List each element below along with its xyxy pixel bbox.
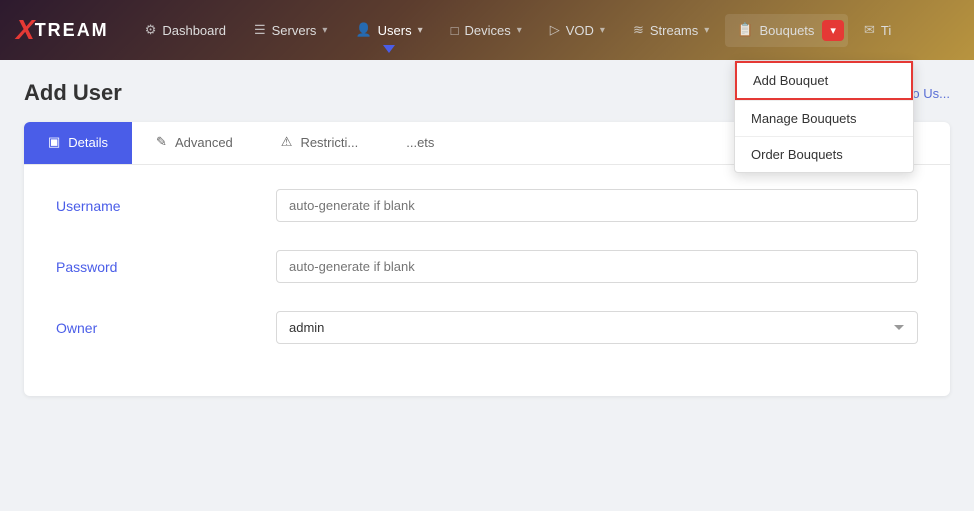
tab-bouquets-label: ...ets (406, 135, 434, 150)
servers-icon: ☰ (254, 22, 266, 38)
tab-details[interactable]: ▣ Details (24, 122, 132, 164)
details-tab-icon: ▣ (48, 134, 60, 150)
restrictions-tab-icon: ⚠ (281, 134, 293, 150)
dropdown-manage-bouquets[interactable]: Manage Bouquets (735, 101, 913, 136)
advanced-tab-icon: ✎ (156, 134, 167, 150)
bouquets-dropdown-button[interactable]: ▾ (822, 20, 844, 41)
streams-chevron-icon: ▾ (704, 25, 709, 36)
nav-item-servers[interactable]: ☰ Servers ▾ (242, 16, 339, 44)
vod-icon: ▷ (550, 22, 560, 38)
dropdown-order-bouquets[interactable]: Order Bouquets (735, 137, 913, 172)
nav-label-devices: Devices (464, 23, 510, 38)
password-input[interactable] (276, 250, 918, 283)
nav-item-vod[interactable]: ▷ VOD ▾ (538, 16, 617, 44)
nav-item-streams[interactable]: ≋ Streams ▾ (621, 16, 721, 44)
nav-item-bouquets[interactable]: 📋 Bouquets ▾ (725, 14, 848, 47)
header: X TREAM ⚙ Dashboard ☰ Servers ▾ 👤 Users … (0, 0, 974, 60)
nav-label-streams: Streams (650, 23, 698, 38)
logo: X TREAM (16, 14, 109, 46)
password-label: Password (56, 259, 276, 275)
nav-item-devices[interactable]: □ Devices ▾ (439, 17, 534, 44)
page-title: Add User (24, 80, 122, 106)
tab-advanced-label: Advanced (175, 135, 233, 150)
devices-icon: □ (451, 23, 459, 38)
servers-chevron-icon: ▾ (322, 25, 327, 36)
username-row: Username (56, 189, 918, 222)
owner-select[interactable]: admin (276, 311, 918, 344)
users-icon: 👤 (355, 22, 371, 38)
username-input[interactable] (276, 189, 918, 222)
owner-label: Owner (56, 320, 276, 336)
form-content: Username Password Owner admin (24, 165, 950, 396)
tab-restrictions[interactable]: ⚠ Restricti... (257, 122, 382, 164)
devices-chevron-icon: ▾ (517, 25, 522, 36)
tab-advanced[interactable]: ✎ Advanced (132, 122, 257, 164)
nav-label-dashboard: Dashboard (162, 23, 226, 38)
bouquets-icon: 📋 (737, 22, 753, 38)
nav-label-bouquets: Bouquets (759, 23, 814, 38)
dashboard-icon: ⚙ (145, 22, 157, 38)
username-label: Username (56, 198, 276, 214)
dropdown-add-bouquet[interactable]: Add Bouquet (735, 61, 913, 100)
tickets-icon: ✉ (864, 22, 875, 38)
logo-tream: TREAM (35, 20, 109, 41)
nav-label-users: Users (378, 23, 412, 38)
main-nav: ⚙ Dashboard ☰ Servers ▾ 👤 Users ▾ □ Devi… (133, 0, 904, 60)
bouquets-dropdown-menu: Add Bouquet Manage Bouquets Order Bouque… (734, 60, 914, 173)
nav-label-vod: VOD (566, 23, 594, 38)
nav-item-users[interactable]: 👤 Users ▾ (343, 16, 434, 44)
tab-bouquets[interactable]: ...ets (382, 122, 458, 164)
logo-x: X (16, 14, 35, 46)
nav-label-servers: Servers (272, 23, 317, 38)
tab-restrictions-label: Restricti... (300, 135, 358, 150)
users-chevron-icon: ▾ (418, 25, 423, 36)
nav-item-tickets[interactable]: ✉ Ti (852, 16, 903, 44)
owner-row: Owner admin (56, 311, 918, 344)
users-caret (383, 45, 395, 53)
vod-chevron-icon: ▾ (600, 25, 605, 36)
streams-icon: ≋ (633, 22, 644, 38)
nav-label-tickets: Ti (881, 23, 891, 38)
password-row: Password (56, 250, 918, 283)
tab-details-label: Details (68, 135, 108, 150)
nav-item-dashboard[interactable]: ⚙ Dashboard (133, 16, 238, 44)
